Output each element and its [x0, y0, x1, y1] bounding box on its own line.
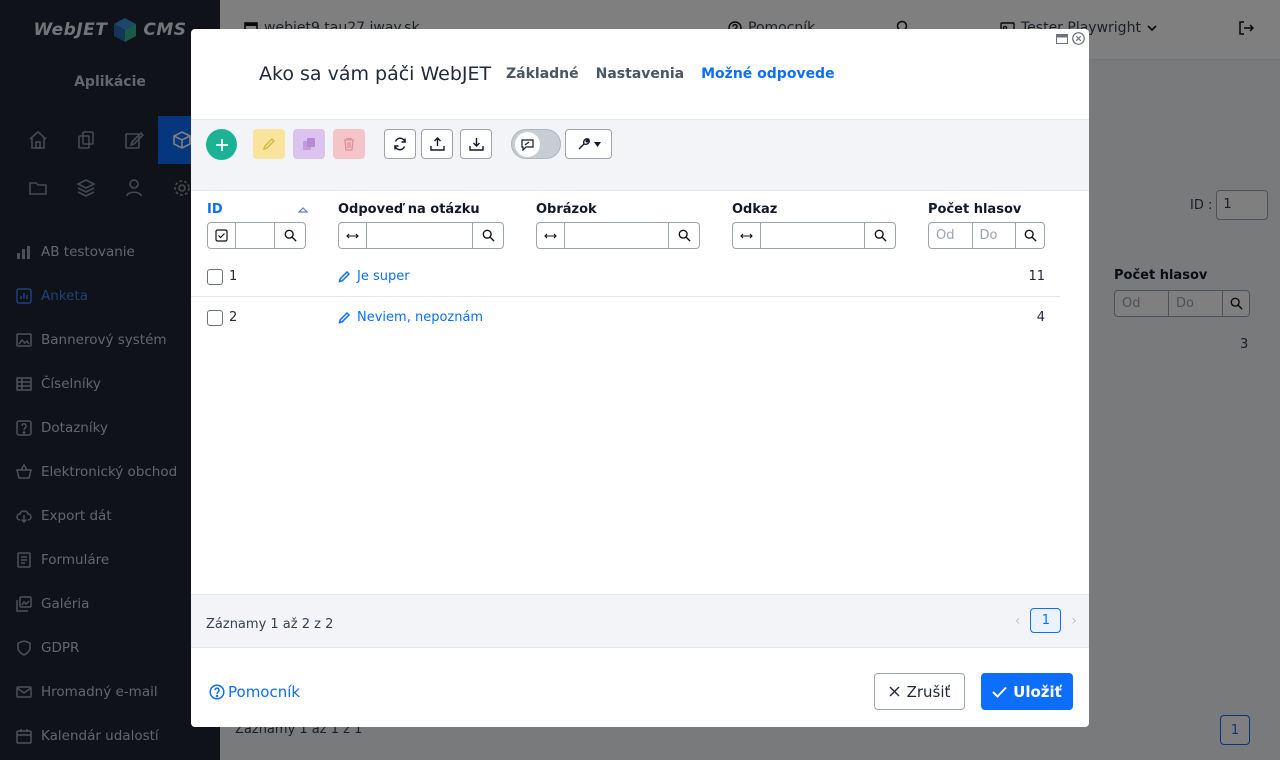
cancel-label: Zrušiť: [906, 682, 951, 701]
column-header-votes[interactable]: Počet hlasov: [928, 202, 1021, 217]
inline-edit-toggle[interactable]: [511, 129, 561, 159]
check-icon: [992, 686, 1007, 698]
maximize-icon[interactable]: [1055, 32, 1068, 45]
pencil-icon: [262, 138, 275, 151]
table-row[interactable]: 2 Neviem, nepoznám 4: [191, 297, 1060, 338]
delete-button[interactable]: [333, 129, 365, 159]
tab-zakladne[interactable]: Základné: [506, 66, 579, 82]
image-filter: [536, 222, 700, 249]
votes-to-input[interactable]: Do: [973, 223, 1016, 248]
search-icon[interactable]: [275, 223, 305, 248]
chevron-left-icon[interactable]: ‹: [1015, 613, 1021, 629]
search-icon[interactable]: [669, 223, 699, 248]
pencil-icon: [338, 270, 351, 283]
duplicate-button[interactable]: [293, 129, 325, 159]
row-votes: 11: [1028, 269, 1045, 284]
cancel-button[interactable]: Zrušiť: [874, 673, 965, 710]
row-answer-text: Neviem, nepoznám: [357, 310, 484, 325]
help-icon: [209, 684, 225, 700]
pagination: ‹ 1 ›: [1015, 608, 1077, 633]
close-icon[interactable]: [1072, 32, 1085, 45]
save-label: Uložiť: [1013, 682, 1062, 701]
column-header-answer[interactable]: Odpoveď na otázku: [338, 202, 480, 217]
row-answer-link[interactable]: Neviem, nepoznám: [338, 310, 483, 325]
wrench-icon: [578, 138, 590, 150]
column-header-id[interactable]: ID: [207, 202, 223, 217]
upload-icon: [429, 137, 445, 151]
modal-footer: Pomocník Zrušiť Uložiť: [191, 648, 1089, 727]
toggle-knob: [515, 132, 540, 157]
id-filter: [207, 222, 306, 249]
reload-button[interactable]: [384, 129, 416, 159]
votes-from-input[interactable]: Od: [929, 223, 973, 248]
image-filter-input[interactable]: [565, 223, 669, 248]
caret-down-icon: [593, 141, 601, 147]
help-label: Pomocník: [228, 683, 301, 701]
row-id: 2: [229, 310, 238, 325]
select-all-checkbox-icon[interactable]: [208, 223, 236, 248]
window-controls: [1055, 32, 1085, 45]
filter-mode-icon[interactable]: [339, 223, 367, 248]
close-icon: [889, 686, 900, 697]
pencil-icon: [338, 311, 351, 324]
filter-mode-icon[interactable]: [733, 223, 761, 248]
table-toolbar: [191, 119, 1089, 191]
answer-filter: [338, 222, 504, 249]
modal-title: Ako sa vám páči WebJET: [259, 63, 492, 85]
row-answer-link[interactable]: Je super: [338, 269, 410, 284]
link-filter: [732, 222, 896, 249]
export-button[interactable]: [460, 129, 492, 159]
row-checkbox[interactable]: [207, 310, 223, 326]
votes-filter: Od Do: [928, 222, 1045, 249]
refresh-icon: [394, 137, 406, 151]
sort-icon[interactable]: [297, 199, 309, 218]
row-answer-text: Je super: [357, 269, 410, 284]
page-button[interactable]: 1: [1030, 608, 1062, 633]
duplicate-icon: [303, 138, 315, 150]
search-icon[interactable]: [473, 223, 503, 248]
table-row[interactable]: 1 Je super 11: [191, 256, 1060, 297]
modal-header: Ako sa vám páči WebJET Základné Nastaven…: [191, 29, 1089, 119]
add-button[interactable]: [206, 129, 237, 160]
search-icon[interactable]: [1016, 223, 1044, 248]
settings-dropdown-button[interactable]: [565, 129, 612, 159]
row-votes: 4: [1036, 310, 1045, 325]
import-button[interactable]: [421, 129, 453, 159]
tab-nastavenia[interactable]: Nastavenia: [596, 66, 684, 82]
filter-mode-icon[interactable]: [537, 223, 565, 248]
tab-mozne-odpovede[interactable]: Možné odpovede: [701, 66, 834, 82]
modal-tabs: Základné Nastavenia Možné odpovede: [506, 66, 835, 82]
chevron-right-icon[interactable]: ›: [1071, 613, 1077, 629]
download-icon: [468, 138, 484, 151]
plus-icon: [215, 138, 228, 151]
answer-filter-input[interactable]: [367, 223, 473, 248]
table-footer: Záznamy 1 až 2 z 2 ‹ 1 ›: [191, 594, 1089, 648]
comment-edit-icon: [521, 138, 534, 151]
save-button[interactable]: Uložiť: [981, 673, 1073, 710]
records-info: Záznamy 1 až 2 z 2: [206, 617, 334, 632]
search-icon[interactable]: [865, 223, 895, 248]
id-filter-input[interactable]: [236, 223, 275, 248]
help-link[interactable]: Pomocník: [209, 683, 300, 701]
row-checkbox[interactable]: [207, 269, 223, 285]
edit-button[interactable]: [253, 129, 285, 159]
column-header-link[interactable]: Odkaz: [732, 202, 777, 217]
row-id: 1: [229, 269, 238, 284]
modal-dialog: Ako sa vám páči WebJET Základné Nastaven…: [191, 29, 1089, 727]
column-header-image[interactable]: Obrázok: [536, 202, 597, 217]
link-filter-input[interactable]: [761, 223, 865, 248]
trash-icon: [344, 137, 354, 151]
answers-table: ID Odpoveď na otázku Obrázok Odkaz Počet…: [191, 191, 1089, 594]
